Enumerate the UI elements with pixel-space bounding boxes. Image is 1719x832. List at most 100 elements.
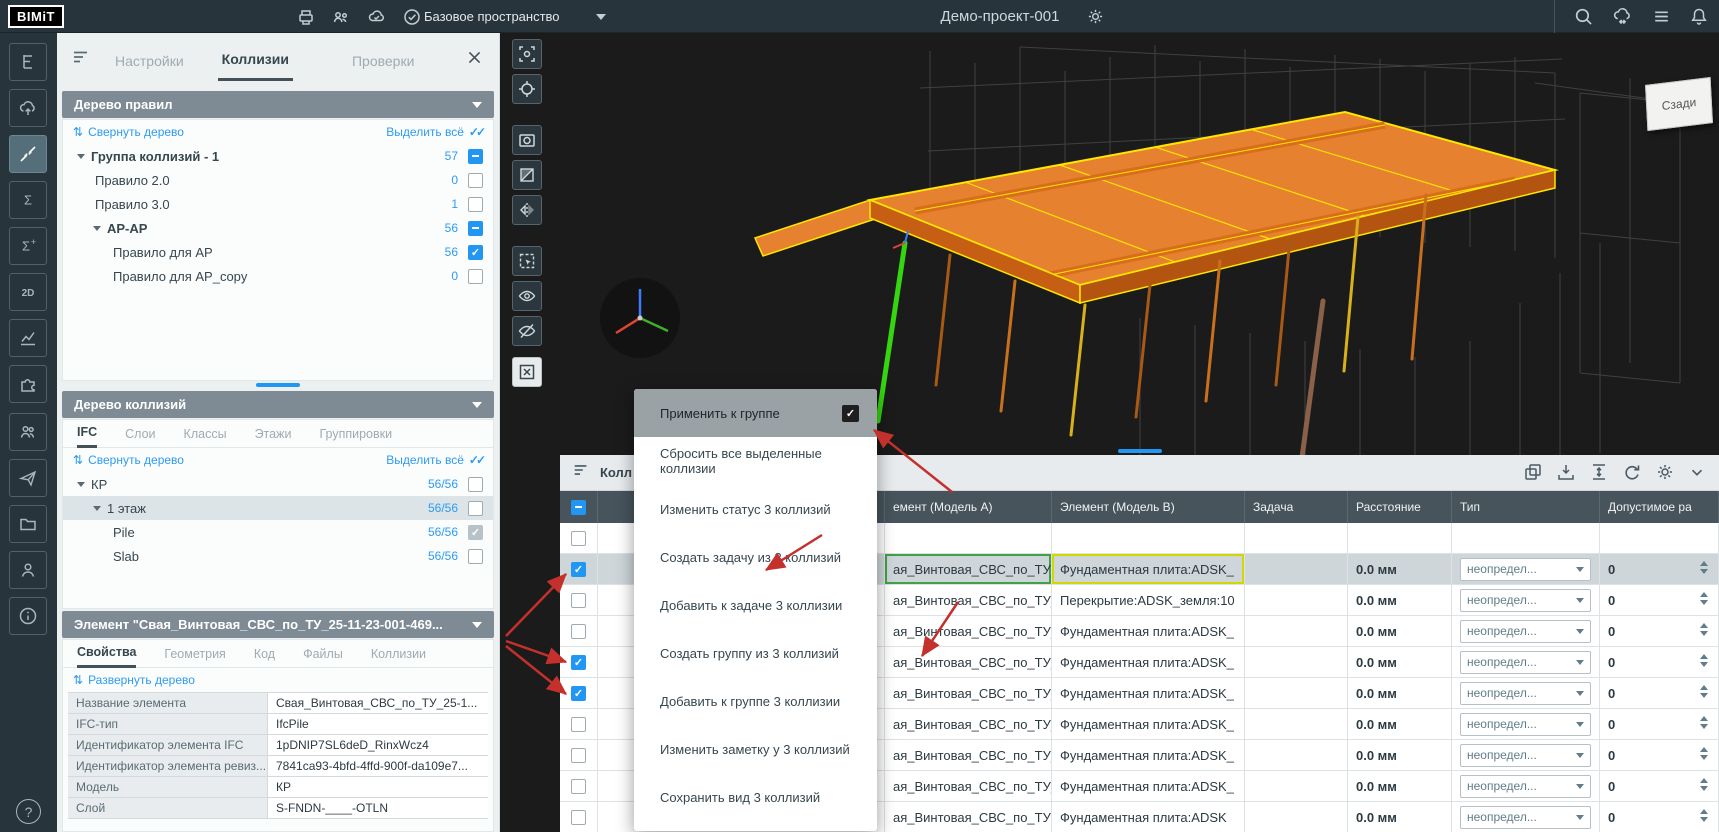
charts-button[interactable]	[9, 319, 47, 357]
locate-button[interactable]	[512, 74, 542, 104]
menu-item-save-view[interactable]: Сохранить вид 3 коллизий	[634, 773, 877, 821]
mirror-button[interactable]	[512, 195, 542, 225]
stepper[interactable]	[1700, 747, 1708, 760]
column-header-model-a[interactable]: емент (Модель A)	[885, 491, 1052, 523]
tree-row[interactable]: АР-АР56	[63, 216, 493, 240]
collapse-tree-link[interactable]: ⇅Свернуть дерево	[73, 125, 184, 139]
row-checkbox[interactable]	[571, 562, 586, 577]
tree-row[interactable]: Группа коллизий - 157	[63, 144, 493, 168]
tree-row[interactable]: Slab56/56	[63, 544, 493, 568]
column-header-model-b[interactable]: Элемент (Модель B)	[1052, 491, 1245, 523]
tab-ifc[interactable]: IFC	[77, 425, 97, 448]
select-area-button[interactable]	[512, 246, 542, 276]
column-header-allowed[interactable]: Допустимое ра	[1600, 491, 1719, 523]
row-checkbox[interactable]	[468, 269, 483, 284]
row-checkbox[interactable]	[571, 779, 586, 794]
shared-folder-button[interactable]	[9, 505, 47, 543]
show-button[interactable]	[512, 281, 542, 311]
row-checkbox[interactable]	[571, 655, 586, 670]
menu-item-apply-to-group[interactable]: Применить к группе	[634, 389, 877, 437]
import-icon[interactable]	[1556, 462, 1576, 482]
collisions-tree-header[interactable]: Дерево коллизий	[62, 391, 494, 418]
select-all-link[interactable]: Выделить всё✓✓	[386, 125, 483, 139]
row-checkbox[interactable]	[468, 501, 483, 516]
stepper[interactable]	[1700, 623, 1708, 636]
tree-row[interactable]: Pile56/56	[63, 520, 493, 544]
row-checkbox[interactable]	[468, 245, 483, 260]
menu-item-change-status[interactable]: Изменить статус 3 коллизий	[634, 485, 877, 533]
tree-row[interactable]: Правило 2.00	[63, 168, 493, 192]
tab-classes[interactable]: Классы	[184, 427, 227, 447]
help-button[interactable]: ?	[16, 799, 41, 824]
tab-floors[interactable]: Этажи	[255, 427, 292, 447]
info-button[interactable]	[9, 597, 47, 635]
tree-row[interactable]: Правило 3.01	[63, 192, 493, 216]
menu-item-reset-selected[interactable]: Сбросить все выделенные коллизии	[634, 437, 877, 485]
clear-selection-button[interactable]	[512, 357, 542, 387]
menu-item-add-to-task[interactable]: Добавить к задаче 3 коллизии	[634, 581, 877, 629]
stepper[interactable]	[1700, 685, 1708, 698]
expand-tree-link[interactable]: ⇅Развернуть дерево	[73, 673, 195, 687]
row-checkbox[interactable]	[571, 593, 586, 608]
refresh-icon[interactable]	[1622, 462, 1642, 482]
cloud-upload-button[interactable]	[9, 89, 47, 127]
row-checkbox[interactable]	[468, 221, 483, 236]
table-menu-icon[interactable]	[572, 461, 590, 484]
collisions-button[interactable]	[9, 135, 47, 173]
row-checkbox[interactable]	[468, 197, 483, 212]
element-section-header[interactable]: Элемент "Свая_Винтовая_СВС_по_ТУ_25-11-2…	[62, 611, 494, 638]
2d-view-button[interactable]: 2D	[9, 273, 47, 311]
row-checkbox[interactable]	[571, 717, 586, 732]
tab-settings[interactable]: Настройки	[111, 39, 188, 80]
stepper[interactable]	[1700, 561, 1708, 574]
tree-row[interactable]: КР56/56	[63, 472, 493, 496]
tab-collisions[interactable]: Коллизии	[218, 37, 293, 81]
row-checkbox[interactable]	[571, 686, 586, 701]
row-checkbox[interactable]	[468, 549, 483, 564]
tree-row[interactable]: Правило для АР56	[63, 240, 493, 264]
list-menu-icon[interactable]	[1651, 6, 1672, 27]
tree-row[interactable]: Правило для АР_copy0	[63, 264, 493, 288]
stepper[interactable]	[1700, 778, 1708, 791]
stepper[interactable]	[1700, 592, 1708, 605]
type-dropdown[interactable]: неопредел...	[1460, 775, 1591, 798]
type-dropdown[interactable]: неопредел...	[1460, 589, 1591, 612]
close-panel-button[interactable]	[466, 49, 483, 71]
panel-resize-handle[interactable]	[1118, 449, 1162, 453]
tab-files[interactable]: Файлы	[303, 647, 343, 667]
tab-geometry[interactable]: Геометрия	[164, 647, 225, 667]
device-icon[interactable]	[296, 7, 316, 27]
apply-to-group-checkbox[interactable]	[842, 405, 859, 422]
panel-menu-icon[interactable]	[71, 47, 91, 72]
send-button[interactable]	[9, 459, 47, 497]
cloud-sync-icon[interactable]	[1611, 6, 1634, 27]
row-checkbox[interactable]	[571, 748, 586, 763]
row-checkbox[interactable]	[468, 477, 483, 492]
users-button[interactable]	[9, 413, 47, 451]
type-dropdown[interactable]: неопредел...	[1460, 713, 1591, 736]
plugins-button[interactable]	[9, 365, 47, 403]
model-tree-button[interactable]	[9, 43, 47, 81]
copy-icon[interactable]	[1523, 462, 1543, 482]
row-checkbox[interactable]	[571, 810, 586, 825]
menu-item-add-to-group[interactable]: Добавить к группе 3 коллизии	[634, 677, 877, 725]
stepper[interactable]	[1700, 809, 1708, 822]
row-checkbox[interactable]	[468, 149, 483, 164]
column-header-type[interactable]: Тип	[1452, 491, 1600, 523]
type-dropdown[interactable]: неопредел...	[1460, 620, 1591, 643]
stepper[interactable]	[1700, 654, 1708, 667]
type-dropdown[interactable]: неопредел...	[1460, 806, 1591, 829]
tab-properties[interactable]: Свойства	[77, 645, 136, 668]
row-checkbox[interactable]	[571, 624, 586, 639]
row-checkbox[interactable]	[571, 531, 586, 546]
tab-grouping[interactable]: Группировки	[319, 427, 392, 447]
fit-view-button[interactable]	[512, 39, 542, 69]
select-all-link[interactable]: Выделить всё✓✓	[386, 453, 483, 467]
screenshot-button[interactable]	[512, 125, 542, 155]
row-checkbox[interactable]	[468, 173, 483, 188]
profile-button[interactable]	[9, 551, 47, 589]
project-settings-button[interactable]	[1086, 0, 1105, 33]
cloud-check-icon[interactable]	[366, 7, 387, 27]
notifications-bell-icon[interactable]	[1689, 6, 1709, 27]
rules-tree-header[interactable]: Дерево правил	[62, 91, 494, 118]
